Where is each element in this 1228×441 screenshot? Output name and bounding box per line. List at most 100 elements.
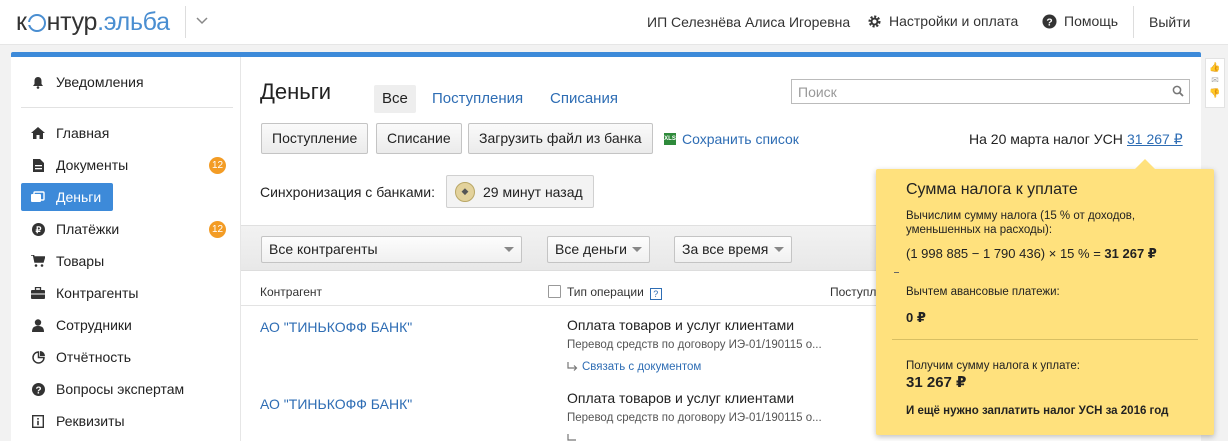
user-name[interactable]: ИП Селезнёва Алиса Игоревна [647,14,850,30]
search-box [791,79,1190,104]
bank-sync-label: Синхронизация с банками: [260,184,435,200]
save-list-link[interactable]: XLS Сохранить список [664,131,799,147]
column-header-contractor[interactable]: Контрагент [260,285,322,299]
sidebar-item-label: Товары [56,253,105,269]
tab-expense[interactable]: Списания [550,85,618,113]
period-filter-dropdown[interactable]: За все время [674,236,792,263]
logo-divider [185,6,186,38]
column-header-operation: Тип операции? [548,285,662,300]
select-all-checkbox[interactable] [548,285,561,298]
dropdown-value: За все время [682,241,769,257]
logout-link[interactable]: Выйти [1149,14,1190,30]
formula-expression: (1 998 885 − 1 790 436) × 15 % = [906,246,1105,261]
sidebar-item-payments[interactable]: ₽ Платёжки 12 [21,215,229,243]
upload-bank-file-button[interactable]: Загрузить файл из банка [468,123,653,154]
help-link[interactable]: ? Помощь [1042,13,1118,29]
sidebar-item-label: Вопросы экспертам [56,381,185,397]
tooltip-divider [892,339,1198,340]
settings-link[interactable]: Настройки и оплата [867,13,1018,29]
sidebar-item-contractors[interactable]: Контрагенты [21,279,229,307]
svg-text:₽: ₽ [35,225,41,235]
search-input[interactable] [792,80,1152,103]
sidebar-item-employees[interactable]: Сотрудники [21,311,229,339]
add-expense-button[interactable]: Списание [376,123,462,154]
sidebar-item-label: Реквизиты [56,413,125,429]
help-question-icon[interactable]: ? [649,288,662,300]
tooltip-marker [894,272,899,273]
thumb-down-icon[interactable]: 👎 [1209,89,1221,98]
thumb-up-icon[interactable]: 👍 [1209,63,1221,72]
tooltip-arrow [1135,159,1155,169]
settings-label: Настройки и оплата [889,13,1019,29]
person-icon [31,318,45,332]
page-title: Деньги [260,79,332,104]
sidebar-item-goods[interactable]: Товары [21,247,229,275]
logo-text-middle: нтур [46,8,98,36]
link-document-link[interactable]: Связать с документом [567,361,701,373]
kontur-elba-logo[interactable]: к нтур.эльба [16,7,170,37]
tooltip-calc-note: Вычислим сумму налога (15 % от доходов, … [906,210,1136,236]
sidebar-item-details[interactable]: Реквизиты [21,407,229,435]
sidebar-item-label: Уведомления [56,74,144,90]
sidebar-item-home[interactable]: Главная [21,119,229,147]
svg-text:?: ? [35,385,41,396]
link-document-link[interactable] [567,434,578,441]
tax-amount-link[interactable]: 31 267 ₽ [1127,131,1183,148]
tooltip-advance-value: 0 ₽ [906,310,926,325]
add-income-button[interactable]: Поступление [261,123,369,154]
excel-icon: XLS [664,133,676,145]
count-badge: 12 [209,157,226,174]
sidebar-item-label: Контрагенты [56,285,139,301]
sidebar-item-experts[interactable]: ? Вопросы экспертам [21,375,229,403]
logo-text-end: .эльба [97,8,170,36]
sidebar-item-label: Документы [56,157,129,173]
header-divider [1133,6,1134,38]
briefcase-icon [31,286,45,300]
tooltip-total-value: 31 267 ₽ [906,374,967,391]
tab-income[interactable]: Поступления [432,85,523,113]
row-description: Перевод средств по договору ИЭ-01/190115… [567,339,822,351]
row-operation-type: Оплата товаров и услуг клиентами [567,317,795,333]
bank-sync-button[interactable]: ◆ 29 минут назад [446,175,594,208]
tooltip-advance-label: Вычтем авансовые платежи: [906,286,1060,298]
sidebar-divider [21,107,233,108]
sidebar-item-label: Деньги [56,189,102,205]
svg-text:?: ? [1046,17,1052,28]
contractor-filter-dropdown[interactable]: Все контрагенты [261,236,522,263]
help-label: Помощь [1064,13,1119,29]
column-header-income[interactable]: Поступл [830,285,876,299]
sidebar-item-label: Отчётность [56,349,132,365]
payment-icon: ₽ [31,222,45,236]
chevron-down-icon[interactable] [195,14,209,28]
row-contractor-link[interactable]: АО "ТИНЬКОФФ БАНК" [260,319,412,335]
tab-all[interactable]: Все [374,85,416,113]
sidebar: Уведомления Главная Документы 12 Деньги … [11,57,241,441]
caret-down-icon [774,247,784,252]
search-icon[interactable] [1172,85,1184,97]
dropdown-value: Все контрагенты [269,241,378,257]
money-filter-dropdown[interactable]: Все деньги [547,236,650,263]
formula-result: 31 267 ₽ [1104,246,1157,261]
bank-logo-icon: ◆ [455,181,475,202]
tax-tooltip: Сумма налога к уплате Вычислим сумму нал… [876,159,1214,435]
sidebar-item-label: Платёжки [56,221,120,237]
caret-down-icon [632,247,642,252]
tooltip-title: Сумма налога к уплате [906,181,1078,198]
sidebar-item-reports[interactable]: Отчётность [21,343,229,371]
sidebar-item-notifications[interactable]: Уведомления [21,68,229,96]
tooltip-footer-note: И ещё нужно заплатить налог УСН за 2016 … [906,405,1169,417]
sidebar-item-documents[interactable]: Документы 12 [21,151,229,179]
row-contractor-link[interactable]: АО "ТИНЬКОФФ БАНК" [260,396,412,412]
mail-icon[interactable]: ✉ [1209,76,1221,85]
link-arrow-icon [567,434,576,441]
details-icon [31,414,45,428]
document-icon [31,158,45,172]
gear-icon [868,15,881,27]
row-operation-type: Оплата товаров и услуг клиентами [567,390,795,406]
home-icon [31,126,45,140]
tooltip-formula: (1 998 885 − 1 790 436) × 15 % = 31 267 … [906,246,1157,262]
sidebar-item-label: Сотрудники [56,317,132,333]
help-icon: ? [1042,13,1057,29]
sidebar-item-money[interactable]: Деньги [21,183,113,211]
column-header-label: Тип операции [567,285,644,299]
